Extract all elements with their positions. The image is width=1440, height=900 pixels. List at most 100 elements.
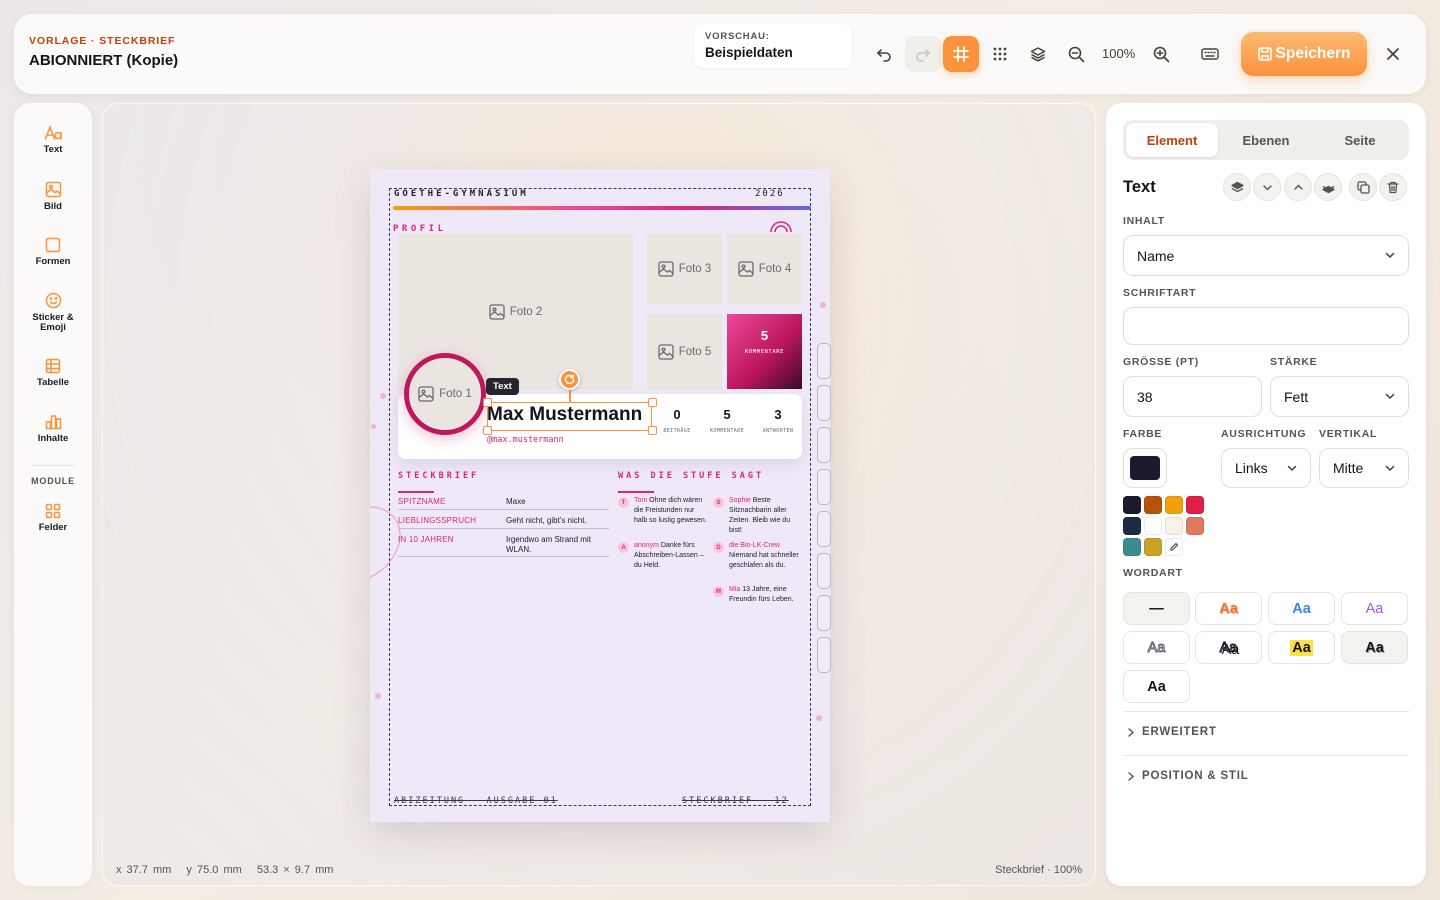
color-swatch[interactable] <box>1165 496 1183 514</box>
send-to-back-button[interactable] <box>1223 173 1251 201</box>
tool-shapes[interactable]: Formen <box>14 237 92 267</box>
quote-item[interactable]: M Mia 13 Jahre, eine Freundin fürs Leben… <box>713 585 803 607</box>
tool-content[interactable]: Inhalte <box>14 414 92 444</box>
page-thumbnail-tab[interactable] <box>817 553 831 589</box>
comments-stat-card[interactable]: 5 KOMMENTARE <box>727 314 802 389</box>
color-swatch[interactable] <box>1123 496 1141 514</box>
tab-layers[interactable]: Ebenen <box>1220 123 1312 157</box>
selection-box[interactable] <box>487 402 652 431</box>
rainbow-divider[interactable] <box>393 206 811 210</box>
tool-text[interactable]: Text <box>14 125 92 155</box>
stat-posts[interactable]: 0 BEITRÄGE <box>652 407 702 434</box>
canvas-area[interactable]: GOETHE-GYMNASIUM 2026 PROFIL Foto 2 Foto… <box>102 103 1096 886</box>
color-swatch[interactable] <box>1144 496 1162 514</box>
page-thumbnail-tab[interactable] <box>817 637 831 673</box>
stat-comments[interactable]: 5 KOMMENTARE <box>702 407 752 434</box>
font-weight-select[interactable]: Fett <box>1270 376 1409 417</box>
quote-item[interactable]: D die Bio-LK-Crew Niemand hat schneller … <box>713 541 803 583</box>
page-thumbnail-tab[interactable] <box>817 385 831 421</box>
move-down-button[interactable] <box>1253 173 1281 201</box>
wordart-none[interactable]: — <box>1123 592 1190 625</box>
rotate-handle[interactable] <box>559 369 580 390</box>
wordart-ocean[interactable]: Aa <box>1268 592 1335 625</box>
move-up-button[interactable] <box>1284 173 1312 201</box>
quote-item[interactable]: S Sophie Beste Sitznachbarin aller Zeite… <box>713 496 803 538</box>
zoom-out-button[interactable] <box>1058 36 1094 72</box>
page-footer-right[interactable]: STECKBRIEF — 12 <box>682 796 789 806</box>
wordart-sunset[interactable]: Aa <box>1195 592 1262 625</box>
document-title[interactable]: ABIONNIERT (Kopie) <box>29 52 178 69</box>
wordart-bold-shadow[interactable]: Aa <box>1341 631 1408 664</box>
color-swatch[interactable] <box>1144 517 1162 535</box>
font-family-field[interactable] <box>1123 307 1409 345</box>
color-swatch[interactable] <box>1144 538 1162 556</box>
rainbow-sticker-icon[interactable] <box>769 219 793 233</box>
accordion-advanced[interactable]: ERWEITERT <box>1123 711 1409 747</box>
resize-handle-nw[interactable] <box>483 398 492 407</box>
zoom-in-button[interactable] <box>1143 36 1179 72</box>
font-size-input[interactable]: 38 <box>1123 376 1262 417</box>
tab-page[interactable]: Seite <box>1314 123 1406 157</box>
wordart-highlight[interactable]: Aa <box>1268 631 1335 664</box>
zoom-level[interactable]: 100% <box>1102 46 1135 61</box>
undo-button[interactable] <box>866 36 902 72</box>
page-thumbnail-tab[interactable] <box>817 469 831 505</box>
dot-grid-button[interactable] <box>982 36 1018 72</box>
photo-placeholder[interactable]: Foto 4 <box>727 234 802 304</box>
tool-table[interactable]: Tabelle <box>14 358 92 388</box>
color-swatch[interactable] <box>1186 496 1204 514</box>
wordart-outline[interactable]: Aa <box>1123 631 1190 664</box>
keyboard-shortcuts-button[interactable] <box>1192 36 1228 72</box>
tool-fields[interactable]: Felder <box>14 503 92 533</box>
school-name[interactable]: GOETHE-GYMNASIUM <box>394 189 529 199</box>
crop-grid-toggle[interactable] <box>943 36 979 72</box>
quote-item[interactable]: A anonym Danke fürs Abschreiben-Lassen –… <box>618 541 708 573</box>
color-swatch[interactable] <box>1123 517 1141 535</box>
align-select[interactable]: Links <box>1221 448 1311 488</box>
profile-photo[interactable]: Foto 1 <box>404 353 486 435</box>
resize-handle-sw[interactable] <box>483 426 492 435</box>
save-button[interactable]: Speichern <box>1241 32 1367 76</box>
content-select[interactable]: Name <box>1123 235 1409 276</box>
photo-placeholder[interactable]: Foto 3 <box>647 234 722 304</box>
preview-selector[interactable]: VORSCHAU: Beispieldaten <box>694 24 852 68</box>
eyedropper-button[interactable] <box>1165 538 1183 556</box>
color-swatch[interactable] <box>1165 517 1183 535</box>
page-thumbnail-tab[interactable] <box>817 343 831 379</box>
wordart-plain-bold[interactable]: Aa <box>1123 670 1190 703</box>
fact-row[interactable]: LIEBLINGSSPRUCH Geht nicht, gibt's nicht… <box>398 516 609 529</box>
page-thumbnail-tab[interactable] <box>817 595 831 631</box>
wordart-shadow-outline[interactable]: Aa <box>1195 631 1262 664</box>
tool-sticker-emoji[interactable]: Sticker & Emoji <box>14 292 92 333</box>
page-thumbnail-tab[interactable] <box>817 427 831 463</box>
steckbrief-heading[interactable]: STECKBRIEF <box>398 471 479 481</box>
fact-row[interactable]: SPITZNAME Maxe <box>398 497 609 510</box>
redo-button[interactable] <box>905 36 941 72</box>
resize-handle-ne[interactable] <box>648 398 657 407</box>
page-footer-left[interactable]: ABIZEITUNG — AUSGABE 01 <box>394 796 558 806</box>
page-thumbnail-tab[interactable] <box>817 511 831 547</box>
steckbrief-page[interactable]: GOETHE-GYMNASIUM 2026 PROFIL Foto 2 Foto… <box>370 169 830 822</box>
stat-replies[interactable]: 3 ANTWORTEN <box>753 407 803 434</box>
resize-handle-se[interactable] <box>648 426 657 435</box>
layers-button[interactable] <box>1020 36 1056 72</box>
vertical-align-select[interactable]: Mitte <box>1319 448 1409 488</box>
color-swatch[interactable] <box>1186 517 1204 535</box>
year-label[interactable]: 2026 <box>755 189 785 199</box>
photo-placeholder[interactable]: Foto 5 <box>647 314 722 389</box>
delete-button[interactable] <box>1379 173 1407 201</box>
color-picker[interactable] <box>1123 448 1167 488</box>
quotes-heading[interactable]: WAS DIE STUFE SAGT <box>618 471 764 481</box>
tab-element[interactable]: Element <box>1126 123 1218 157</box>
fact-row[interactable]: IN 10 JAHREN Irgendwo am Strand mit WLAN… <box>398 535 609 557</box>
handle-text[interactable]: @max.mustermann <box>487 435 564 445</box>
tool-image[interactable]: Bild <box>14 181 92 212</box>
color-swatch[interactable] <box>1123 538 1141 556</box>
quote-item[interactable]: T Tom Ohne dich wären die Freistunden nu… <box>618 496 708 538</box>
duplicate-button[interactable] <box>1349 173 1377 201</box>
close-button[interactable] <box>1375 36 1411 72</box>
profil-heading[interactable]: PROFIL <box>393 224 447 234</box>
wordart-violet[interactable]: Aa <box>1341 592 1408 625</box>
accordion-position-style[interactable]: POSITION & STIL <box>1123 755 1409 791</box>
bring-to-front-button[interactable] <box>1314 173 1342 201</box>
